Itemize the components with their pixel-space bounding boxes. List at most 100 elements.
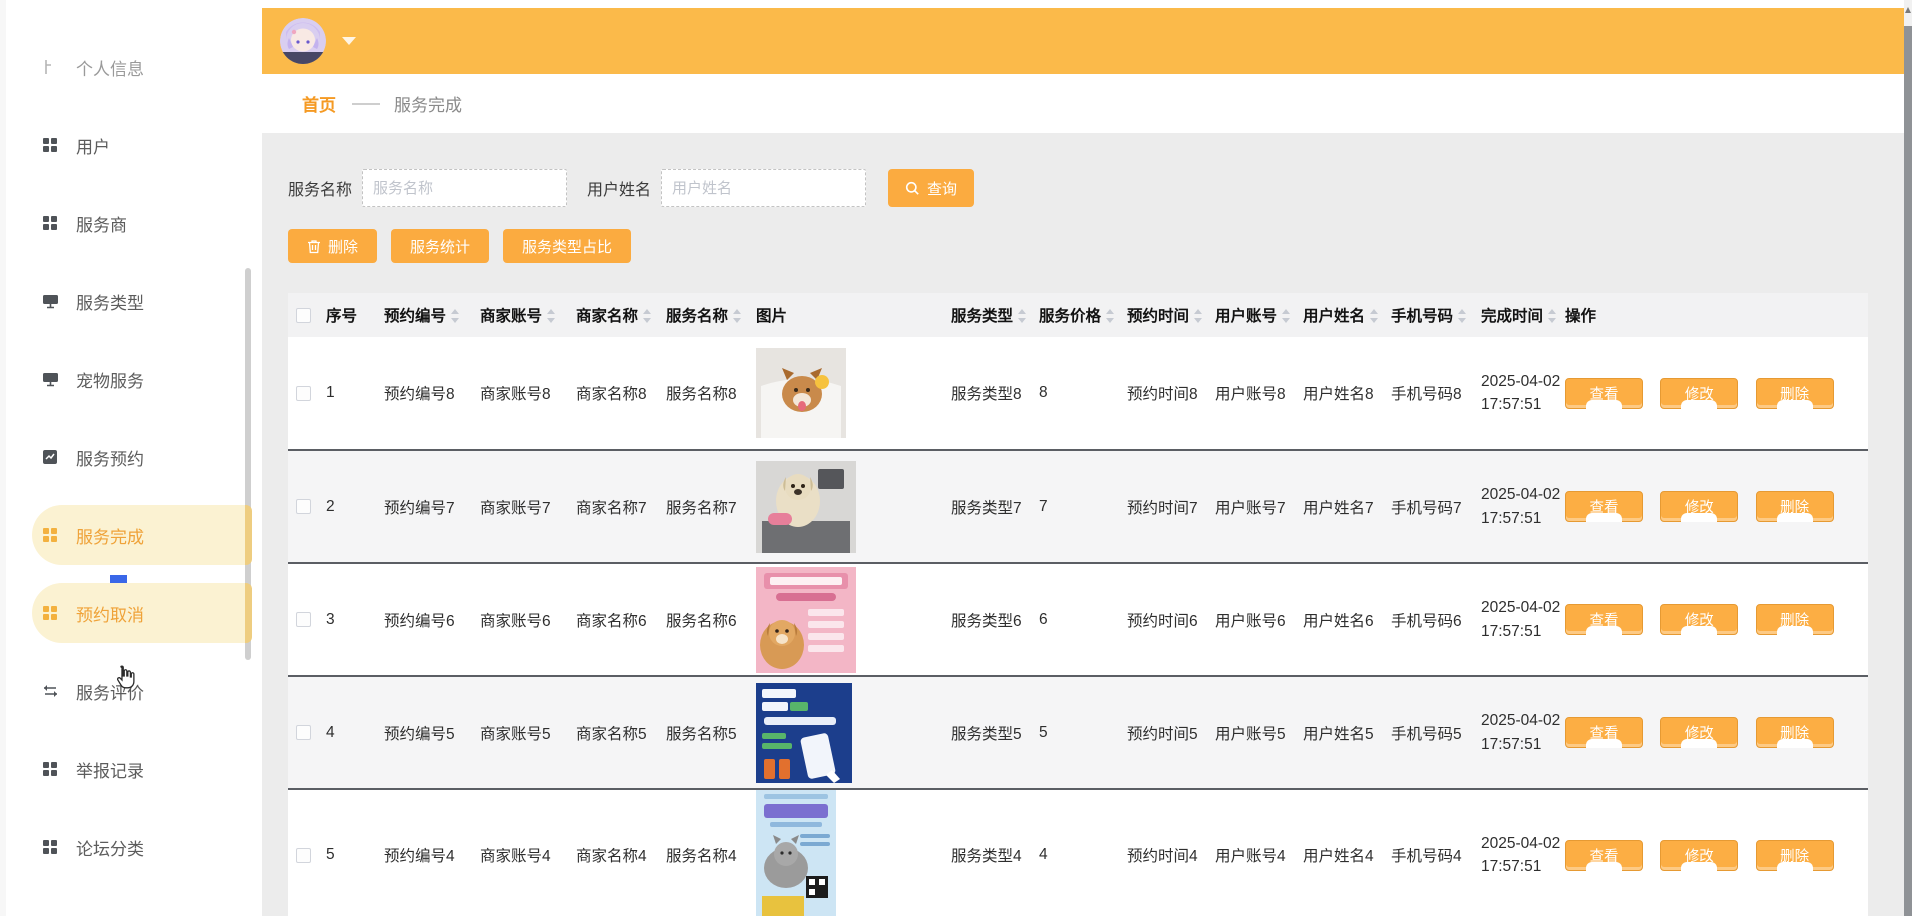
edit-button[interactable]: 修改	[1660, 491, 1738, 522]
col-service-type: 服务类型	[951, 293, 1039, 337]
edit-button[interactable]: 修改	[1660, 840, 1738, 871]
cell-user-name: 用户姓名7	[1303, 450, 1391, 563]
cell-actions: 查看 修改 删除	[1565, 563, 1868, 676]
service-name-input[interactable]	[362, 169, 567, 207]
grid-icon	[42, 214, 60, 232]
sort-icon[interactable]	[1018, 309, 1027, 323]
row-image-pet-home-cat-poster[interactable]	[756, 790, 951, 916]
view-button[interactable]: 查看	[1565, 491, 1643, 522]
cell-booking-time: 预约时间8	[1127, 337, 1215, 450]
table-row: 1 预约编号8 商家账号8 商家名称8 服务名称8	[288, 337, 1868, 450]
page-scrollbar[interactable]	[1904, 0, 1912, 916]
edit-button[interactable]: 修改	[1660, 604, 1738, 635]
view-button[interactable]: 查看	[1565, 604, 1643, 635]
sidebar-item-forum-categories[interactable]: 论坛分类	[6, 808, 252, 886]
sort-icon[interactable]	[547, 309, 556, 323]
grid-icon	[42, 604, 60, 622]
page-scrollbar-thumb[interactable]	[1904, 26, 1912, 916]
row-image-pink-pet-hospital-poster[interactable]	[756, 567, 951, 673]
row-checkbox[interactable]	[296, 848, 311, 863]
row-checkbox[interactable]	[296, 386, 311, 401]
avatar-dropdown-caret-icon[interactable]	[342, 37, 356, 45]
col-actions: 操作	[1565, 293, 1868, 337]
col-booking-time: 预约时间	[1127, 293, 1215, 337]
edit-button[interactable]: 修改	[1660, 378, 1738, 409]
sidebar-item-label: 服务商	[76, 211, 127, 236]
sort-icon[interactable]	[1370, 309, 1379, 323]
edit-button[interactable]: 修改	[1660, 717, 1738, 748]
breadcrumb-home-link[interactable]: 首页	[302, 91, 336, 116]
row-image-dog-vet[interactable]	[756, 461, 951, 553]
col-finish-time: 完成时间	[1481, 293, 1565, 337]
delete-button[interactable]: 删除	[1756, 717, 1834, 748]
sidebar-item-service-types[interactable]: 服务类型	[6, 262, 252, 340]
sidebar-item-service-completed[interactable]: 服务完成	[6, 496, 252, 574]
cell-phone: 手机号码7	[1391, 450, 1481, 563]
select-all-checkbox[interactable]	[296, 308, 311, 323]
col-user-name: 用户姓名	[1303, 293, 1391, 337]
cell-price: 7	[1039, 450, 1127, 563]
delete-button[interactable]: 删除	[1756, 491, 1834, 522]
row-checkbox[interactable]	[296, 725, 311, 740]
sidebar-item-pet-services[interactable]: 宠物服务	[6, 340, 252, 418]
sort-icon[interactable]	[1458, 309, 1467, 323]
view-button[interactable]: 查看	[1565, 840, 1643, 871]
sidebar-item-label: 服务预约	[76, 445, 144, 470]
sort-icon[interactable]	[1282, 309, 1291, 323]
breadcrumb-current-page: 服务完成	[394, 91, 462, 116]
view-button[interactable]: 查看	[1565, 717, 1643, 748]
service-type-ratio-button[interactable]: 服务类型占比	[503, 229, 631, 263]
cell-merchant-account: 商家账号7	[480, 450, 576, 563]
cell-user-name: 用户姓名4	[1303, 789, 1391, 916]
user-name-label: 用户姓名	[587, 176, 651, 200]
scroll-up-arrow-icon[interactable]	[1905, 7, 1911, 13]
cell-price: 4	[1039, 789, 1127, 916]
delete-button[interactable]: 删除	[1756, 378, 1834, 409]
col-phone: 手机号码	[1391, 293, 1481, 337]
table-row: 2 预约编号7 商家账号7 商家名称7 服务名称7	[288, 450, 1868, 563]
cell-index: 2	[326, 450, 384, 563]
user-avatar[interactable]	[280, 18, 326, 64]
cell-user-account: 用户账号7	[1215, 450, 1303, 563]
search-icon	[905, 181, 920, 196]
sidebar-item-profile[interactable]: 个人信息	[6, 28, 252, 106]
col-service-name: 服务名称	[666, 293, 756, 337]
sidebar-item-social-forum[interactable]: 社交论坛	[6, 886, 252, 916]
sort-icon[interactable]	[1548, 309, 1557, 323]
delete-button[interactable]: 删除	[1756, 840, 1834, 871]
sort-icon[interactable]	[1106, 309, 1115, 323]
sort-icon[interactable]	[451, 309, 460, 323]
search-button[interactable]: 查询	[888, 169, 974, 207]
view-button[interactable]: 查看	[1565, 378, 1643, 409]
sidebar-item-label: 举报记录	[76, 757, 144, 782]
grid-icon	[42, 838, 60, 856]
sidebar-item-report-records[interactable]: 举报记录	[6, 730, 252, 808]
cell-finish-time: 2025-04-02 17:57:51	[1481, 789, 1565, 916]
col-merchant-account: 商家账号	[480, 293, 576, 337]
service-stats-button[interactable]: 服务统计	[391, 229, 489, 263]
sidebar-item-merchants[interactable]: 服务商	[6, 184, 252, 262]
sidebar-item-label: 用户	[76, 133, 110, 158]
sort-icon[interactable]	[643, 309, 652, 323]
bulk-delete-button[interactable]: 删除	[288, 229, 377, 263]
cell-merchant-account: 商家账号6	[480, 563, 576, 676]
sidebar-item-service-bookings[interactable]: 服务预约	[6, 418, 252, 496]
sidebar-item-label: 社交论坛	[76, 913, 144, 916]
row-image-corgi-bath[interactable]	[756, 348, 951, 438]
cell-index: 3	[326, 563, 384, 676]
sidebar-item-booking-cancelled[interactable]: 预约取消	[6, 574, 252, 652]
sidebar-item-users[interactable]: 用户	[6, 106, 252, 184]
row-image-blue-cloud-pet-poster[interactable]	[756, 683, 951, 783]
cell-actions: 查看 修改 删除	[1565, 676, 1868, 789]
row-checkbox[interactable]	[296, 499, 311, 514]
cell-index: 1	[326, 337, 384, 450]
col-merchant-name: 商家名称	[576, 293, 666, 337]
delete-button[interactable]: 删除	[1756, 604, 1834, 635]
table-row: 4 预约编号5 商家账号5 商家名称5 服务名称5	[288, 676, 1868, 789]
cell-finish-time: 2025-04-02 17:57:51	[1481, 450, 1565, 563]
service-completed-table: 序号 预约编号 商家账号 商家名称 服务名称 图片 服务类型 服务价格 预约时间…	[288, 293, 1868, 916]
sort-icon[interactable]	[733, 309, 742, 323]
row-checkbox[interactable]	[296, 612, 311, 627]
sort-icon[interactable]	[1194, 309, 1203, 323]
user-name-input[interactable]	[661, 169, 866, 207]
